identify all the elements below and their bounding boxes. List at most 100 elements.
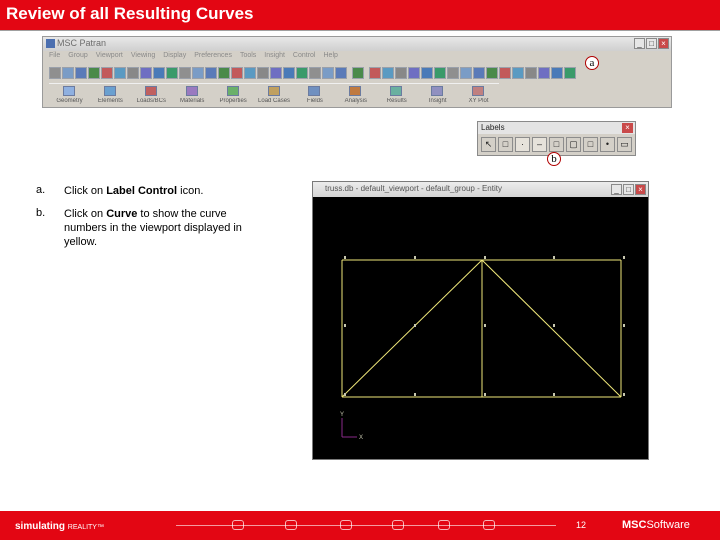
label-control-button[interactable]: □ [583, 137, 598, 152]
app-button-fields[interactable]: Fields [294, 84, 335, 108]
app-button-materials[interactable]: Materials [172, 84, 213, 108]
toolbar-tool-icon[interactable] [283, 67, 295, 79]
toolbar-tool-icon[interactable] [257, 67, 269, 79]
toolbar-tool-icon[interactable] [127, 67, 139, 79]
label-control-button[interactable]: ↖ [481, 137, 496, 152]
curve-label-tick [414, 393, 416, 396]
menu-insight[interactable]: Insight [264, 52, 285, 63]
toolbar-tool-icon[interactable] [447, 67, 459, 79]
menu-file[interactable]: File [49, 52, 60, 63]
toolbar-tool-icon[interactable] [335, 67, 347, 79]
app-label: Geometry [56, 98, 83, 104]
toolbar-tool-icon[interactable] [369, 67, 381, 79]
toolbar-tool-icon[interactable] [296, 67, 308, 79]
app-button-insight[interactable]: Insight [417, 84, 458, 108]
toolbar-tool-icon[interactable] [382, 67, 394, 79]
patran-application-bar: Geometry Elements Loads/BCs Materials Proper… [49, 83, 499, 108]
toolbar-tool-icon[interactable] [192, 67, 204, 79]
label-control-button[interactable]: ▭ [617, 137, 632, 152]
toolbar-tool-icon[interactable] [525, 67, 537, 79]
minimize-icon[interactable]: _ [611, 184, 622, 195]
curve-label-tick [623, 256, 625, 259]
app-button-properties[interactable]: Properties [213, 84, 254, 108]
toolbar-tool-icon[interactable] [231, 67, 243, 79]
slide-footer: simulating REALITY™ 12 MSCSoftware [0, 511, 720, 540]
label-control-button[interactable]: □ [549, 137, 564, 152]
menu-group[interactable]: Group [68, 52, 87, 63]
maximize-icon[interactable]: □ [646, 38, 657, 49]
toolbar-tool-icon[interactable] [499, 67, 511, 79]
slide-title: Review of all Resulting Curves [6, 4, 254, 23]
app-button-analysis[interactable]: Analysis [335, 84, 376, 108]
minimize-icon[interactable]: _ [634, 38, 645, 49]
menu-viewing[interactable]: Viewing [131, 52, 155, 63]
toolbar-tool-icon[interactable] [88, 67, 100, 79]
app-icon [431, 86, 444, 96]
toolbar-tool-icon[interactable] [460, 67, 472, 79]
app-button-results[interactable]: Results [376, 84, 417, 108]
truss-curve [481, 259, 622, 398]
app-button-load-cases[interactable]: Load Cases [254, 84, 295, 108]
labels-toolbar: Labels × ↖ □ · – □ ▢ □ • ▭ [477, 121, 636, 156]
toolbar-tool-icon[interactable] [75, 67, 87, 79]
close-icon[interactable]: × [635, 184, 646, 195]
toolbar-tool-icon[interactable] [244, 67, 256, 79]
patran-menubar: File Group Viewport Viewing Display Preferenc… [43, 52, 671, 63]
toolbar-tool-icon[interactable] [434, 67, 446, 79]
toolbar-tool-icon[interactable] [49, 67, 61, 79]
toolbar-tool-icon[interactable] [538, 67, 550, 79]
toolbar-tool-icon[interactable] [486, 67, 498, 79]
toolbar-tool-icon[interactable] [114, 67, 126, 79]
app-icon [349, 86, 362, 96]
toolbar-tool-icon[interactable] [421, 67, 433, 79]
viewport-canvas[interactable]: Y X [313, 197, 648, 459]
maximize-icon[interactable]: □ [623, 184, 634, 195]
toolbar-tool-icon[interactable] [352, 67, 364, 79]
toolbar-tool-icon[interactable] [101, 67, 113, 79]
menu-display[interactable]: Display [163, 52, 186, 63]
toolbar-tool-icon[interactable] [309, 67, 321, 79]
app-button-xy-plot[interactable]: XY Plot [458, 84, 499, 108]
toolbar-tool-icon[interactable] [551, 67, 563, 79]
toolbar-tool-icon[interactable] [512, 67, 524, 79]
menu-viewport[interactable]: Viewport [96, 52, 123, 63]
toolbar-tool-icon[interactable] [179, 67, 191, 79]
app-button-geometry[interactable]: Geometry [49, 84, 90, 108]
toolbar-tool-icon[interactable] [166, 67, 178, 79]
viewport-title-bar: truss.db - default_viewport - default_gr… [313, 182, 648, 197]
label-control-button[interactable]: • [600, 137, 615, 152]
app-button-elements[interactable]: Elements [90, 84, 131, 108]
app-icon [185, 86, 198, 96]
toolbar-tool-icon[interactable] [140, 67, 152, 79]
label-control-button[interactable]: – [532, 137, 547, 152]
app-button-loads-bcs[interactable]: Loads/BCs [131, 84, 172, 108]
app-icon [103, 86, 116, 96]
curve-label-tick [414, 324, 416, 327]
callout-b: b [547, 152, 561, 166]
footer-gear-icon [392, 520, 404, 530]
menu-preferences[interactable]: Preferences [194, 52, 232, 63]
axis-triad: Y X [340, 412, 363, 441]
menu-tools[interactable]: Tools [240, 52, 256, 63]
toolbar-tool-icon[interactable] [205, 67, 217, 79]
toolbar-tool-icon[interactable] [270, 67, 282, 79]
label-control-button[interactable]: · [515, 137, 530, 152]
toolbar-tool-icon[interactable] [473, 67, 485, 79]
toolbar-tool-icon[interactable] [408, 67, 420, 79]
menu-control[interactable]: Control [293, 52, 316, 63]
app-icon [390, 86, 403, 96]
footer-person-icon [483, 520, 495, 530]
toolbar-tool-icon[interactable] [62, 67, 74, 79]
toolbar-tool-icon[interactable] [218, 67, 230, 79]
menu-help[interactable]: Help [324, 52, 338, 63]
toolbar-tool-icon[interactable] [564, 67, 576, 79]
axis-x-label: X [359, 435, 363, 441]
label-control-button[interactable]: ▢ [566, 137, 581, 152]
label-control-button[interactable]: □ [498, 137, 513, 152]
toolbar-tool-icon[interactable] [153, 67, 165, 79]
app-label: Load Cases [258, 98, 291, 104]
toolbar-tool-icon[interactable] [322, 67, 334, 79]
labels-close-icon[interactable]: × [622, 123, 633, 133]
close-icon[interactable]: × [658, 38, 669, 49]
toolbar-tool-icon[interactable] [395, 67, 407, 79]
